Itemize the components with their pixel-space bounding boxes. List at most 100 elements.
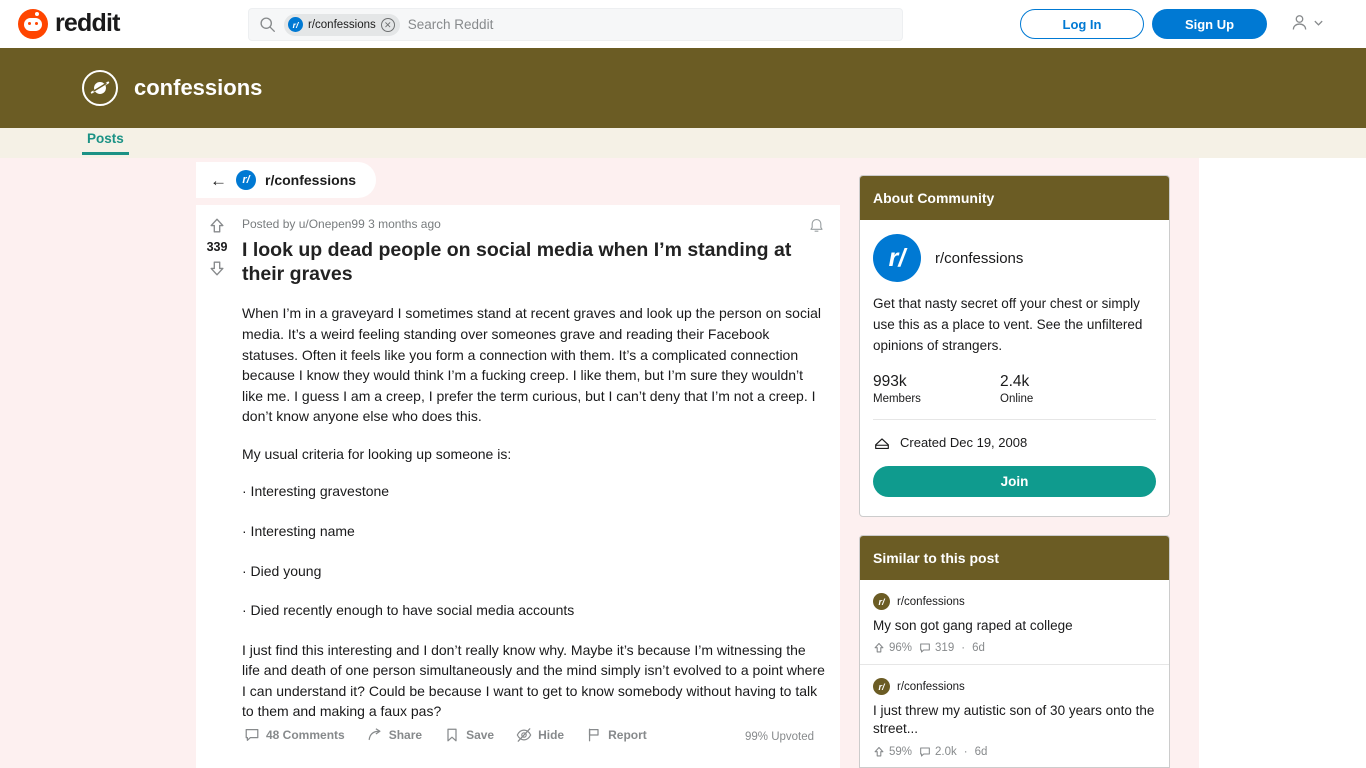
tab-posts[interactable]: Posts: [82, 131, 129, 155]
subreddit-avatar-icon: r/: [236, 170, 256, 190]
post-bullet: · Died young: [242, 562, 322, 579]
similar-post-subreddit[interactable]: r/confessions: [897, 596, 965, 608]
reddit-logo[interactable]: reddit: [18, 8, 120, 39]
divider: [873, 418, 1156, 420]
cake-icon: [873, 434, 891, 452]
members-stat: 993k Members: [873, 373, 1000, 405]
reddit-post-page: reddit r/ r/confessions ✕ Search Reddit …: [0, 0, 1366, 768]
breadcrumb-label: r/confessions: [265, 172, 357, 188]
hide-icon: [516, 727, 532, 743]
similar-post-comments: 319: [919, 642, 954, 654]
community-stats: 993k Members 2.4k Online: [873, 373, 1156, 405]
search-icon: [259, 16, 276, 33]
members-label: Members: [873, 392, 921, 405]
upvoted-percentage: 99% Upvoted: [745, 731, 815, 743]
search-chip-label: r/confessions: [308, 18, 376, 31]
login-button[interactable]: Log In: [1020, 9, 1144, 39]
search-subreddit-chip[interactable]: r/ r/confessions ✕: [284, 13, 400, 36]
subreddit-avatar-icon: r/: [873, 678, 890, 696]
content-background-right: [1199, 158, 1366, 768]
post-paragraph: When I’m in a graveyard I sometimes stan…: [242, 305, 821, 425]
similar-posts-card: Similar to this post r/ r/confessions My…: [859, 535, 1170, 768]
save-icon: [444, 727, 460, 743]
members-value: 993k: [873, 372, 907, 390]
hide-label: Hide: [538, 728, 565, 742]
downvote-icon[interactable]: [208, 259, 226, 277]
subreddit-planet-icon: [82, 70, 118, 106]
reddit-wordmark: reddit: [55, 9, 120, 37]
breadcrumb[interactable]: ← r/ r/confessions: [196, 162, 376, 198]
post-paragraph: My usual criteria for looking up someone…: [242, 445, 512, 462]
list-item[interactable]: r/ r/confessions My son got gang raped a…: [860, 580, 1169, 664]
search-bar[interactable]: r/ r/confessions ✕ Search Reddit: [248, 8, 903, 41]
post-title: I look up dead people on social media wh…: [242, 239, 792, 286]
post-bullet: · Interesting name: [242, 522, 355, 539]
comments-button[interactable]: 48 Comments: [244, 727, 345, 743]
share-button[interactable]: Share: [367, 727, 422, 743]
subreddit-avatar-icon: r/: [288, 17, 303, 32]
upvote-percent: 59%: [889, 745, 913, 758]
back-arrow-icon[interactable]: ←: [210, 172, 227, 189]
similar-post-upvote: 59%: [873, 746, 912, 758]
post-action-bar: 48 Comments Share Save Hide Report: [244, 727, 647, 743]
user-avatar-icon: [1289, 12, 1310, 33]
report-icon: [586, 727, 602, 743]
post-paragraph: I just find this interesting and I don’t…: [242, 641, 825, 720]
subreddit-name[interactable]: r/confessions: [935, 250, 1023, 267]
post-bullet: · Interesting gravestone: [242, 483, 390, 500]
report-label: Report: [608, 728, 647, 742]
upvote-percent: 96%: [889, 642, 913, 655]
similar-post-age: 6d: [972, 642, 985, 655]
subreddit-banner: confessions: [0, 48, 1366, 128]
similar-post-age: 6d: [974, 745, 988, 758]
similar-post-title[interactable]: My son got gang raped at college: [873, 617, 1156, 635]
similar-post-subreddit[interactable]: r/confessions: [897, 681, 965, 693]
subreddit-title: confessions: [134, 75, 263, 100]
separator-dot: ·: [961, 642, 966, 655]
upvote-icon[interactable]: [208, 217, 226, 235]
created-date-label: Created Dec 19, 2008: [900, 435, 1028, 451]
comment-icon: [244, 727, 260, 743]
about-community-card: About Community r/ r/confessions Get tha…: [859, 175, 1170, 517]
online-stat: 2.4k Online: [1000, 373, 1127, 405]
vote-column: 339: [196, 217, 238, 277]
share-icon: [367, 727, 383, 743]
post-card: 339 Posted by u/Onepen99 3 months ago I …: [196, 205, 840, 768]
search-input[interactable]: Search Reddit: [408, 17, 494, 32]
post-bullet: · Died recently enough to have social me…: [242, 602, 575, 619]
separator-dot: ·: [963, 745, 968, 758]
user-account-menu[interactable]: [1289, 12, 1324, 33]
hide-button[interactable]: Hide: [516, 727, 564, 743]
save-button[interactable]: Save: [444, 727, 494, 743]
post-body: Posted by u/Onepen99 3 months ago I look…: [242, 217, 827, 739]
similar-post-comments: 2.0k: [919, 746, 957, 758]
created-date-row: Created Dec 19, 2008: [873, 434, 1156, 452]
similar-post-upvote: 96%: [873, 642, 912, 654]
join-button[interactable]: Join: [873, 465, 1156, 497]
about-community-header: About Community: [860, 176, 1169, 220]
reddit-alien-icon: [18, 8, 48, 39]
online-label: Online: [1000, 392, 1034, 405]
list-item[interactable]: r/ r/confessions I just threw my autisti…: [860, 664, 1169, 767]
vote-score: 339: [206, 240, 228, 254]
online-value: 2.4k: [1000, 372, 1030, 390]
comment-count: 2.0k: [935, 745, 957, 758]
similar-posts-header: Similar to this post: [860, 536, 1169, 580]
upvote-icon: [873, 746, 885, 758]
comment-count: 319: [935, 642, 955, 655]
comment-icon: [919, 642, 931, 654]
subreddit-avatar-icon: r/: [873, 234, 921, 282]
subreddit-description: Get that nasty secret off your chest or …: [873, 296, 1143, 353]
close-icon[interactable]: ✕: [380, 17, 395, 32]
signup-button[interactable]: Sign Up: [1152, 9, 1267, 39]
save-label: Save: [466, 728, 495, 742]
top-navigation-bar: reddit r/ r/confessions ✕ Search Reddit …: [0, 0, 1366, 48]
similar-post-title[interactable]: I just threw my autistic son of 30 years…: [873, 702, 1156, 738]
subreddit-avatar-icon: r/: [873, 593, 890, 610]
report-button[interactable]: Report: [586, 727, 647, 743]
comments-label: 48 Comments: [266, 728, 345, 742]
subreddit-tabs: Posts: [0, 128, 1366, 158]
comment-icon: [919, 746, 931, 758]
post-meta: Posted by u/Onepen99 3 months ago: [242, 217, 441, 231]
chevron-down-icon: [1313, 17, 1324, 28]
